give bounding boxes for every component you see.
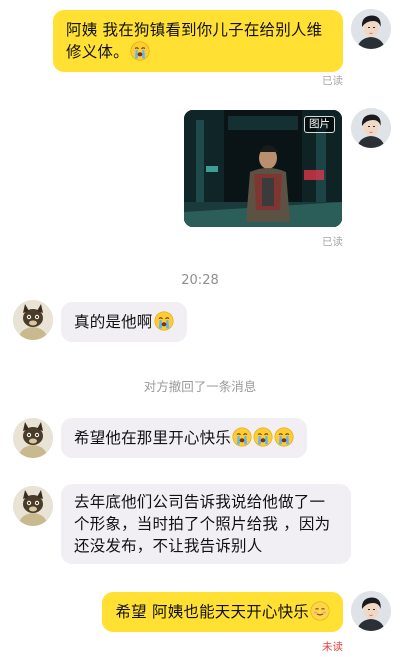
unread-status: 未读	[322, 641, 343, 653]
my-avatar[interactable]	[351, 108, 391, 148]
contact-avatar[interactable]	[13, 418, 53, 458]
outgoing-message-bubble[interactable]: 希望 阿姨也能天天开心快乐	[102, 592, 343, 632]
message-text: 真的是他啊	[74, 313, 153, 331]
incoming-message-bubble[interactable]: 去年底他们公司告诉我说给他做了一个形象，当时拍了个照片给我 ，因为还没发布，不让…	[61, 484, 351, 564]
my-avatar[interactable]	[351, 591, 391, 631]
read-status: 已读	[322, 75, 343, 87]
incoming-message-bubble[interactable]: 真的是他啊	[61, 302, 187, 342]
time-separator: 20:28	[181, 273, 219, 288]
smiling-face-emoji	[310, 601, 330, 621]
crying-face-emoji	[253, 427, 273, 447]
crying-face-emoji	[232, 427, 252, 447]
message-text: 阿姨 我在狗镇看到你儿子在给别人维修义体。	[66, 21, 323, 61]
message-text: 希望他在那里开心快乐	[74, 429, 232, 447]
image-tag: 图片	[304, 116, 335, 133]
crying-face-emoji	[154, 311, 174, 331]
message-text: 希望 阿姨也能天天开心快乐	[115, 603, 309, 621]
contact-avatar[interactable]	[13, 300, 53, 340]
my-avatar[interactable]	[351, 9, 391, 49]
outgoing-message-bubble[interactable]: 阿姨 我在狗镇看到你儿子在给别人维修义体。	[53, 10, 343, 72]
shared-photo[interactable]: 图片	[184, 110, 342, 227]
recall-notice: 对方撤回了一条消息	[143, 379, 257, 394]
read-status: 已读	[322, 236, 343, 248]
contact-avatar[interactable]	[13, 486, 53, 526]
incoming-message-bubble[interactable]: 希望他在那里开心快乐	[61, 418, 308, 458]
crying-face-emoji	[130, 41, 150, 61]
message-text: 去年底他们公司告诉我说给他做了一个形象，当时拍了个照片给我 ，因为还没发布，不让…	[74, 493, 331, 555]
crying-face-emoji	[274, 427, 294, 447]
